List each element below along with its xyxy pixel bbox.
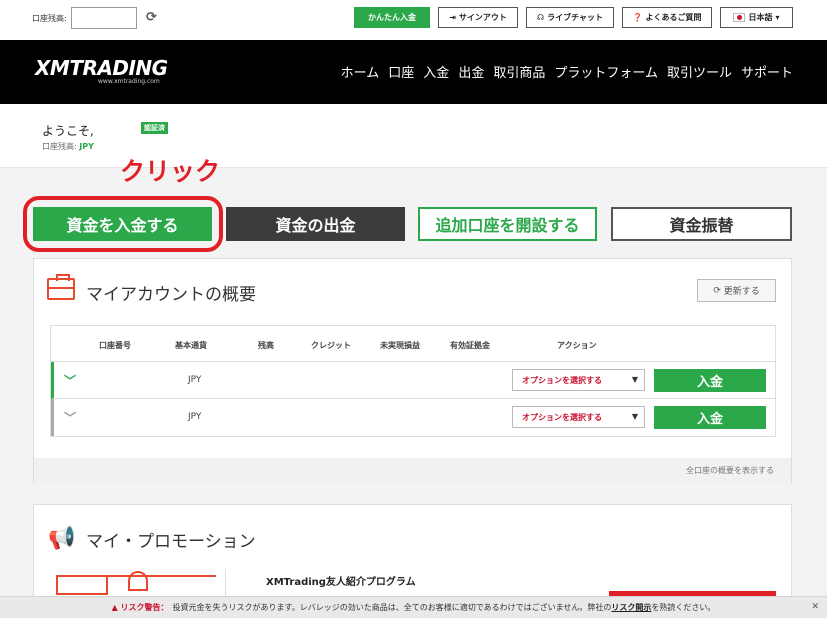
promotion-illustration <box>56 571 216 595</box>
signout-button[interactable]: ⇥ サインアウト <box>438 7 518 28</box>
language-select[interactable]: 日本語 ▾ <box>720 7 793 28</box>
question-icon: ❓ <box>632 13 643 22</box>
verified-badge: 認証済 <box>141 122 168 134</box>
headset-icon: ☊ <box>536 13 545 22</box>
signout-icon: ⇥ <box>449 13 456 22</box>
livechat-label: ライブチャット <box>547 13 604 22</box>
japan-flag-icon <box>733 13 746 22</box>
logo[interactable]: XMTRADING <box>35 56 168 80</box>
account-overview-card: マイアカウントの概要 ⟳ 更新する 口座番号 基本通貨 残高 クレジット 未実現損… <box>33 258 792 484</box>
table-header: 口座番号 基本通貨 残高 クレジット 未実現損益 有効証拠金 アクション <box>51 326 775 362</box>
table-row: ﹀ JPY オプションを選択する ▼ 入金 <box>51 362 775 399</box>
click-annotation: クリック <box>120 157 221 186</box>
faq-label: よくあるご質問 <box>645 13 702 22</box>
welcome-balance: 口座残高: JPY <box>42 141 94 152</box>
nav-item-support[interactable]: サポート <box>741 62 793 81</box>
balance-field[interactable] <box>71 7 137 29</box>
table-row: ﹀ JPY オプションを選択する ▼ 入金 <box>51 399 775 436</box>
risk-text: 投資元金を失うリスクがあります。レバレッジの効いた商品は、全てのお客様に適切であ… <box>172 603 612 612</box>
warning-icon: ▲ <box>111 603 121 612</box>
column-header: 未実現損益 <box>380 341 420 350</box>
open-account-label: 追加口座を開設する <box>435 216 580 235</box>
column-header: 基本通貨 <box>175 341 207 350</box>
welcome-balance-currency: JPY <box>79 142 94 151</box>
caret-down-icon: ▼ <box>631 412 638 421</box>
nav-item-platform[interactable]: プラットフォーム <box>554 62 658 81</box>
overview-footer: 全口座の概要を表示する <box>34 458 791 484</box>
caret-down-icon: ▼ <box>631 375 638 384</box>
megaphone-icon: 📢 <box>48 526 76 551</box>
column-header: 有効証拠金 <box>450 341 490 350</box>
chevron-down-icon[interactable]: ﹀ <box>64 409 76 426</box>
language-label: 日本語 <box>748 13 773 22</box>
nav-item-withdraw[interactable]: 出金 <box>458 62 484 81</box>
withdraw-funds-label: 資金の出金 <box>275 216 356 235</box>
nav-item-tools[interactable]: 取引ツール <box>667 62 732 81</box>
top-bar: 口座残高: ⟳ かんたん入金 ⇥ サインアウト ☊ ライブチャット ❓ よくあるご質問… <box>0 0 827 40</box>
risk-text-end: を熟読ください。 <box>651 603 716 612</box>
column-header: 口座番号 <box>99 341 131 350</box>
column-header: アクション <box>557 341 597 350</box>
row-deposit-button[interactable]: 入金 <box>654 369 766 392</box>
option-select-label: オプションを選択する <box>522 412 602 422</box>
show-all-accounts-link[interactable]: 全口座の概要を表示する <box>686 465 774 476</box>
faq-button[interactable]: ❓ よくあるご質問 <box>622 7 712 28</box>
risk-warning-label: ▲ リスク警告： <box>112 602 169 613</box>
referral-program-title: XMTrading友人紹介プログラム <box>266 577 416 588</box>
risk-warning-bar: ▲ リスク警告： 投資元金を失うリスクがあります。レバレッジの効いた商品は、全て… <box>0 596 827 618</box>
welcome-balance-label: 口座残高: <box>42 142 77 151</box>
column-header: クレジット <box>311 341 351 350</box>
quick-deposit-label: かんたん入金 <box>368 13 416 22</box>
option-select[interactable]: オプションを選択する ▼ <box>512 369 645 391</box>
option-select-label: オプションを選択する <box>522 375 602 385</box>
livechat-button[interactable]: ☊ ライブチャット <box>526 7 614 28</box>
balance-label: 口座残高: <box>32 14 67 23</box>
quick-deposit-button[interactable]: かんたん入金 <box>354 7 430 28</box>
open-account-button[interactable]: 追加口座を開設する <box>418 207 597 241</box>
click-highlight-ring <box>23 196 223 252</box>
nav-item-account[interactable]: 口座 <box>388 62 414 81</box>
transfer-funds-label: 資金振替 <box>669 216 734 235</box>
close-icon[interactable]: ✕ <box>811 602 819 612</box>
risk-disclosure-link[interactable]: リスク開示 <box>611 602 651 613</box>
main-header: XMTRADING www.xmtrading.com ホーム 口座 入金 出金… <box>0 40 827 104</box>
withdraw-funds-button[interactable]: 資金の出金 <box>226 207 405 241</box>
chevron-down-icon[interactable]: ﹀ <box>64 372 76 389</box>
row-currency: JPY <box>188 412 202 422</box>
transfer-funds-button[interactable]: 資金振替 <box>611 207 792 241</box>
option-select[interactable]: オプションを選択する ▼ <box>512 406 645 428</box>
accounts-table: 口座番号 基本通貨 残高 クレジット 未実現損益 有効証拠金 アクション ﹀ J… <box>50 325 776 437</box>
main-nav: ホーム 口座 入金 出金 取引商品 プラットフォーム 取引ツール サポート <box>341 62 793 81</box>
row-currency: JPY <box>188 375 202 385</box>
welcome-greeting: ようこそ, <box>42 124 94 138</box>
column-header: 残高 <box>258 341 274 350</box>
update-label: 更新する <box>723 287 760 297</box>
briefcase-icon <box>47 274 75 300</box>
chevron-down-icon: ▾ <box>775 13 780 22</box>
nav-item-products[interactable]: 取引商品 <box>493 62 545 81</box>
promotion-title: マイ・プロモーション <box>86 532 256 552</box>
refresh-icon[interactable]: ⟳ <box>146 10 157 25</box>
row-deposit-label: 入金 <box>696 375 723 390</box>
risk-warning-text: リスク警告： <box>120 603 169 612</box>
refresh-icon: ⟳ <box>713 285 721 296</box>
nav-item-deposit[interactable]: 入金 <box>423 62 449 81</box>
nav-item-home[interactable]: ホーム <box>341 62 380 81</box>
signout-label: サインアウト <box>458 13 507 22</box>
update-button[interactable]: ⟳ 更新する <box>697 279 776 302</box>
logo-url: www.xmtrading.com <box>98 78 160 85</box>
row-deposit-button[interactable]: 入金 <box>654 406 766 429</box>
row-deposit-label: 入金 <box>696 412 723 427</box>
overview-title: マイアカウントの概要 <box>86 285 256 305</box>
